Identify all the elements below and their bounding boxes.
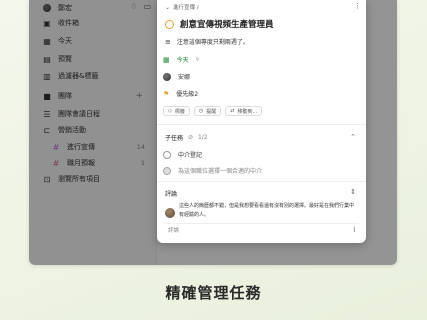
- move-icon: ⇄: [230, 108, 235, 114]
- chip-label: 標籤: [174, 108, 185, 115]
- dialog-header-icons: ⋮: [354, 2, 361, 10]
- due-date: 今天: [176, 57, 189, 64]
- breadcrumb-project[interactable]: 進行宣傳 /: [173, 3, 199, 11]
- description-icon: ≡: [165, 37, 171, 46]
- calendar-icon: ▦: [163, 55, 170, 64]
- comment-input[interactable]: 評論 ⌇: [165, 223, 359, 235]
- subtask-checkbox-done[interactable]: [163, 166, 171, 175]
- task-detail-dialog: ⌄ 進行宣傳 / ⋮ 創意宣傳視頻生產管理員 ≡ 注意這個專度只剩兩週了。 ▦ …: [157, 0, 366, 243]
- task-title[interactable]: 創意宣傳視頻生產管理員: [180, 18, 274, 30]
- subtask-checkbox[interactable]: [163, 150, 171, 159]
- tag-icon: ◇: [168, 108, 172, 114]
- task-title-row: 創意宣傳視頻生產管理員: [165, 18, 274, 30]
- comment-placeholder: 評論: [168, 227, 180, 234]
- flag-icon: ⚑: [163, 89, 170, 98]
- subtasks-count: 1/2: [198, 134, 208, 141]
- subtask-item[interactable]: 為這個職位選擇一個合適的中介: [163, 166, 262, 175]
- comment-text: 這些人的簡歷都不錯，但是我想要看看還有沒有別的選擇。最好是在我們行業中有經驗的人…: [179, 203, 355, 218]
- subtasks-label: 子任務: [165, 135, 184, 142]
- action-chips: ◇ 標籤 ◷ 提醒 ⇄ 移動到...: [163, 106, 263, 116]
- chevron-up-icon[interactable]: ⌃: [350, 133, 356, 141]
- divider: [157, 124, 366, 125]
- subtasks-header[interactable]: 子任務 ⊘ 1/2: [165, 133, 208, 142]
- due-date-row[interactable]: ▦ 今天 ↻: [163, 55, 200, 65]
- comments-label: 評論: [165, 191, 178, 198]
- assignee-name: 安娜: [178, 74, 191, 81]
- sort-icon[interactable]: ⇕: [350, 188, 356, 196]
- comment-avatar: [165, 203, 175, 222]
- collapse-icon[interactable]: ⌄: [165, 4, 170, 11]
- subtasks-icon: ⊘: [188, 134, 194, 141]
- divider: [157, 181, 366, 182]
- chip-label: 提醒: [206, 108, 217, 115]
- priority-row[interactable]: ⚑ 優先級2: [163, 89, 199, 99]
- subtask-text: 中介登記: [178, 152, 203, 159]
- assignee-avatar: [163, 72, 171, 81]
- task-description-row: ≡ 注意這個專度只剩兩週了。: [165, 37, 249, 47]
- attachment-icon[interactable]: ⌇: [353, 226, 356, 234]
- breadcrumb[interactable]: ⌄ 進行宣傳 /: [165, 3, 199, 12]
- move-chip[interactable]: ⇄ 移動到...: [225, 106, 263, 116]
- priority-label: 優先級2: [176, 91, 199, 98]
- alarm-icon: ◷: [198, 108, 204, 114]
- repeat-icon: ↻: [195, 56, 200, 63]
- assignee-row[interactable]: 安娜: [163, 72, 190, 81]
- page-headline: 精確管理任務: [165, 284, 262, 302]
- subtask-text: 為這個職位選擇一個合適的中介: [178, 168, 263, 175]
- reminder-chip[interactable]: ◷ 提醒: [193, 106, 222, 116]
- task-complete-checkbox[interactable]: [165, 19, 174, 29]
- task-description[interactable]: 注意這個專度只剩兩週了。: [177, 37, 249, 46]
- chip-label: 移動到...: [237, 108, 258, 115]
- label-chip[interactable]: ◇ 標籤: [163, 106, 190, 116]
- more-icon[interactable]: ⋮: [354, 2, 361, 10]
- subtask-item[interactable]: 中介登記: [163, 150, 202, 159]
